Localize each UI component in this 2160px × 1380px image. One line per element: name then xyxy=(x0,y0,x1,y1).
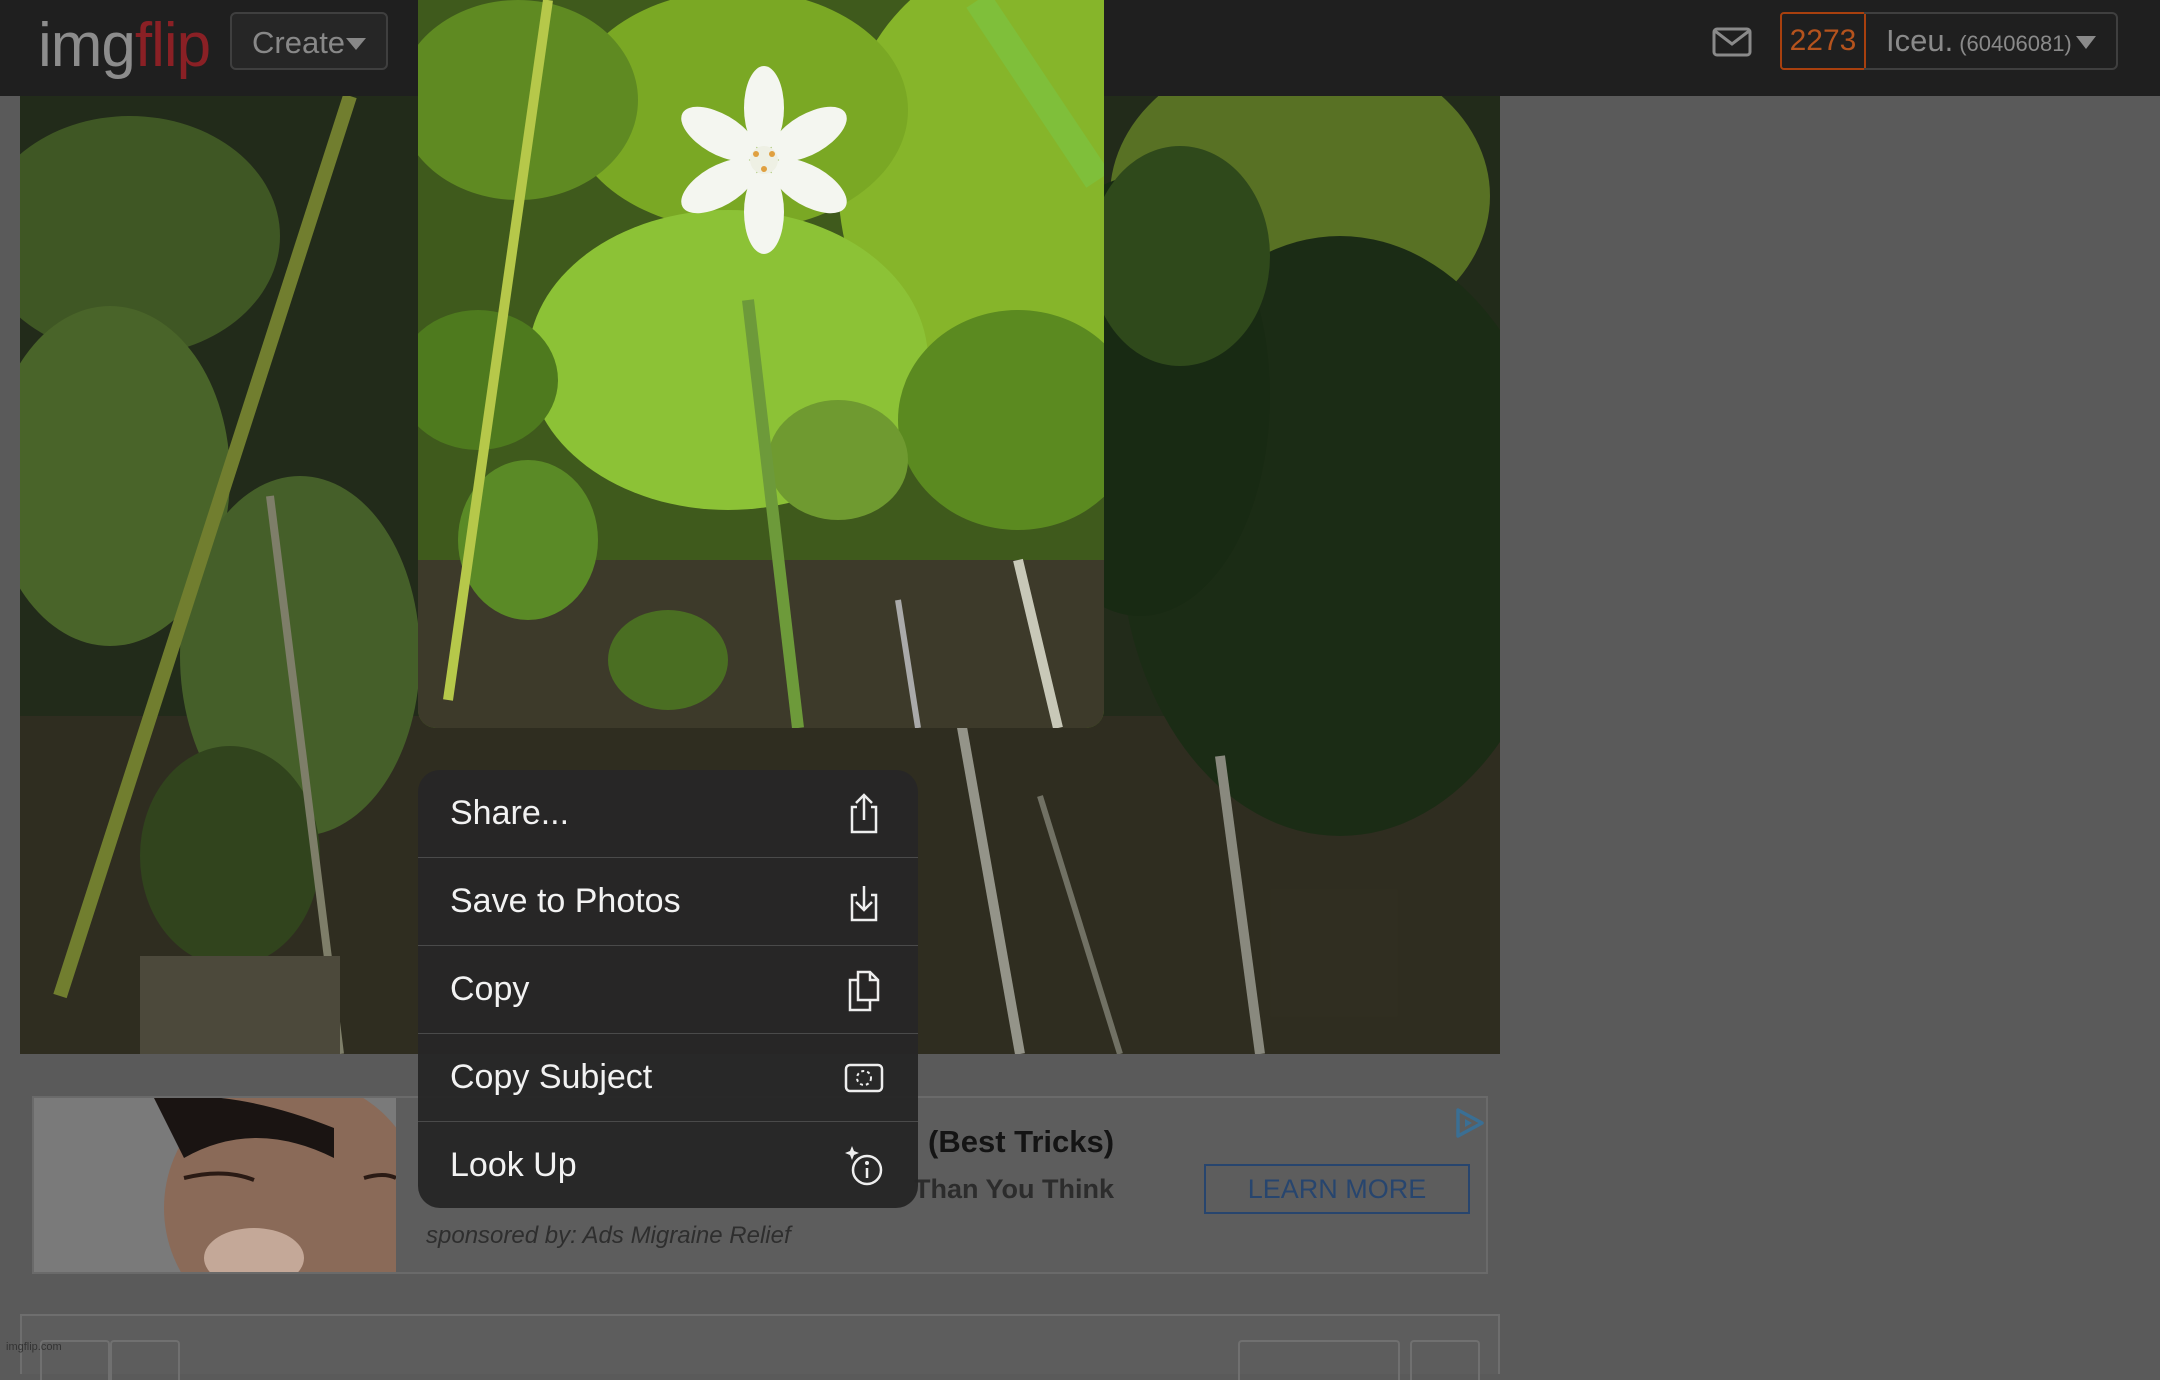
user-menu-button[interactable]: Iceu. (60406081) xyxy=(1864,12,2118,70)
context-menu: Share... Save to Photos Copy Copy Subjec… xyxy=(418,770,918,1208)
menu-item-copy[interactable]: Copy xyxy=(418,946,918,1034)
image-preview-artwork xyxy=(418,0,1104,728)
menu-item-label: Save to Photos xyxy=(450,882,681,920)
menu-item-label: Copy Subject xyxy=(450,1058,653,1096)
menu-item-save-to-photos[interactable]: Save to Photos xyxy=(418,858,918,946)
menu-button[interactable] xyxy=(1410,1340,1480,1380)
username: Iceu. xyxy=(1886,23,1954,58)
menu-item-copy-subject[interactable]: Copy Subject xyxy=(418,1034,918,1122)
ad-choices-icon[interactable] xyxy=(1452,1106,1486,1140)
chevron-down-icon xyxy=(346,38,366,50)
logo-text-flip: flip xyxy=(134,11,211,80)
comments-panel xyxy=(20,1314,1500,1380)
imgflip-logo[interactable]: imgflip xyxy=(38,6,211,86)
share-icon xyxy=(850,792,878,833)
copy-icon xyxy=(848,970,880,1011)
ad-image xyxy=(34,1098,396,1272)
menu-item-share[interactable]: Share... xyxy=(418,770,918,858)
mail-icon[interactable] xyxy=(1712,26,1752,58)
ad-sponsor: sponsored by: Ads Migraine Relief xyxy=(426,1222,791,1249)
save-to-photos-icon xyxy=(850,885,878,921)
user-id: (60406081) xyxy=(1959,31,2072,56)
ad-title: (Best Tricks) xyxy=(928,1124,1115,1159)
menu-item-label: Copy xyxy=(450,970,530,1008)
copy-subject-icon xyxy=(844,1063,884,1092)
menu-item-label: Look Up xyxy=(450,1146,577,1184)
user-points-badge[interactable]: 2273 xyxy=(1780,12,1866,70)
create-button[interactable]: Create xyxy=(230,12,388,70)
chevron-down-icon xyxy=(2076,36,2096,49)
ad-subtitle: Than You Think xyxy=(914,1174,1114,1204)
logo-text-img: img xyxy=(38,11,136,80)
menu-item-look-up[interactable]: Look Up xyxy=(418,1122,918,1208)
toolbar-button[interactable] xyxy=(1238,1340,1400,1380)
create-button-label: Create xyxy=(252,25,346,60)
vote-down-button[interactable] xyxy=(110,1340,180,1380)
learn-more-button[interactable]: LEARN MORE xyxy=(1204,1164,1470,1214)
menu-item-label: Share... xyxy=(450,794,570,832)
footer-credit: imgflip.com xyxy=(6,1341,62,1353)
image-preview xyxy=(418,0,1104,728)
look-up-icon xyxy=(845,1145,883,1185)
